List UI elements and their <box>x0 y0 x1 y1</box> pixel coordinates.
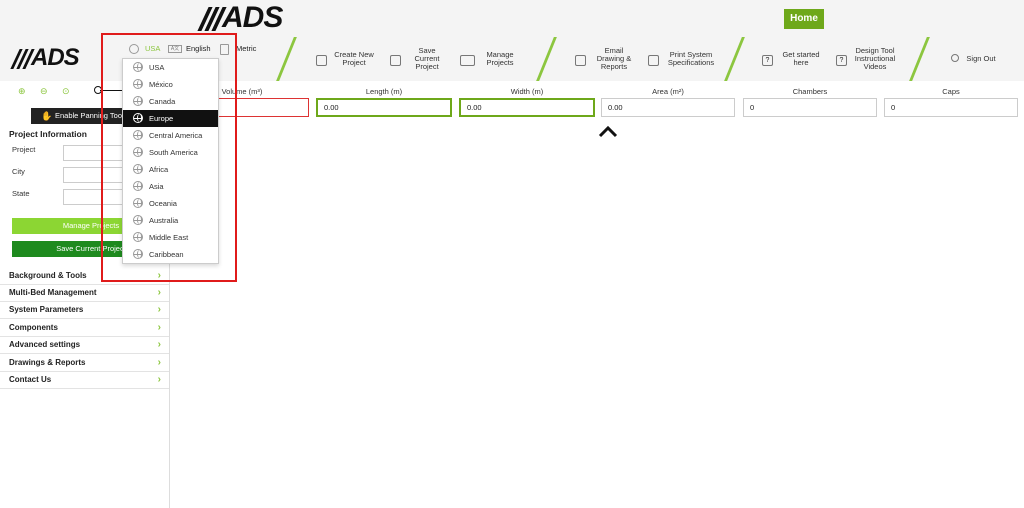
divider <box>724 37 745 81</box>
length-input[interactable]: 0.00 <box>316 98 452 117</box>
width-input[interactable]: 0.00 <box>459 98 595 117</box>
section-drawings-reports[interactable]: Drawings & Reports › <box>0 355 169 372</box>
sign-out-button[interactable]: Sign Out <box>963 55 999 63</box>
divider <box>276 37 297 81</box>
section-multi-bed-management[interactable]: Multi-Bed Management › <box>0 285 169 302</box>
section-label: Drawings & Reports <box>9 358 86 367</box>
section-advanced-settings[interactable]: Advanced settings › <box>0 337 169 354</box>
chevron-right-icon: › <box>157 287 161 298</box>
question-icon: ? <box>762 55 773 66</box>
chevron-right-icon: › <box>157 374 161 385</box>
section-label: Advanced settings <box>9 340 81 349</box>
envelope-icon <box>575 55 586 66</box>
user-icon <box>951 54 959 62</box>
chambers-input[interactable]: 0 <box>743 98 877 117</box>
area-label: Area (m²) <box>652 87 684 96</box>
printer-icon <box>648 55 659 66</box>
section-label: Components <box>9 323 58 332</box>
email-drawing-reports-button[interactable]: Email Drawing & Reports <box>593 47 635 71</box>
collapse-caret-icon[interactable] <box>598 124 618 138</box>
project-label: Project <box>12 145 36 154</box>
section-system-parameters[interactable]: System Parameters › <box>0 302 169 319</box>
state-label: State <box>12 189 30 198</box>
caps-label: Caps <box>942 87 960 96</box>
get-started-here-button[interactable]: Get started here <box>778 51 824 67</box>
city-label: City <box>12 167 25 176</box>
chevron-right-icon: › <box>157 322 161 333</box>
save-current-project-button[interactable]: Save Current Project <box>406 47 448 71</box>
units-selector[interactable]: Metric <box>236 44 256 53</box>
logo-mark <box>197 7 227 31</box>
area-input[interactable]: 0.00 <box>601 98 735 117</box>
highlight-annotation-box <box>101 33 237 282</box>
zoom-out-icon[interactable]: ⊖ <box>40 86 48 97</box>
zoom-fit-icon[interactable]: ⊙ <box>62 86 70 97</box>
section-components[interactable]: Components › <box>0 320 169 337</box>
section-label: Contact Us <box>9 375 52 384</box>
hand-icon: ✋ <box>41 111 53 121</box>
home-button[interactable]: Home <box>784 9 824 29</box>
print-system-specifications-button[interactable]: Print System Specifications <box>664 51 718 67</box>
manage-projects-button[interactable]: Manage Projects <box>480 51 520 67</box>
create-new-project-button[interactable]: Create New Project <box>330 51 378 67</box>
section-contact-us[interactable]: Contact Us › <box>0 372 169 389</box>
chevron-right-icon: › <box>157 339 161 350</box>
caps-input[interactable]: 0 <box>884 98 1018 117</box>
chevron-right-icon: › <box>157 357 161 368</box>
toolbar-logo[interactable]: ADS <box>31 44 80 72</box>
section-label: System Parameters <box>9 305 84 314</box>
divider <box>536 37 557 81</box>
divider <box>909 37 930 81</box>
header-logo[interactable]: ADS <box>222 1 283 35</box>
chevron-right-icon: › <box>157 304 161 315</box>
plus-icon <box>316 55 327 66</box>
width-label: Width (m) <box>510 87 544 96</box>
section-label: Multi-Bed Management <box>9 288 97 297</box>
length-label: Length (m) <box>365 87 403 96</box>
save-icon <box>390 55 401 66</box>
chambers-label: Chambers <box>792 87 828 96</box>
top-bar: ADS Home <box>0 0 1024 37</box>
section-label: Background & Tools <box>9 271 87 280</box>
zoom-in-icon[interactable]: ⊕ <box>18 86 26 97</box>
folder-icon <box>460 55 475 66</box>
project-information-title: Project Information <box>9 129 87 139</box>
question-icon: ? <box>836 55 847 66</box>
design-tool-videos-button[interactable]: Design Tool Instructional Videos <box>850 47 900 71</box>
